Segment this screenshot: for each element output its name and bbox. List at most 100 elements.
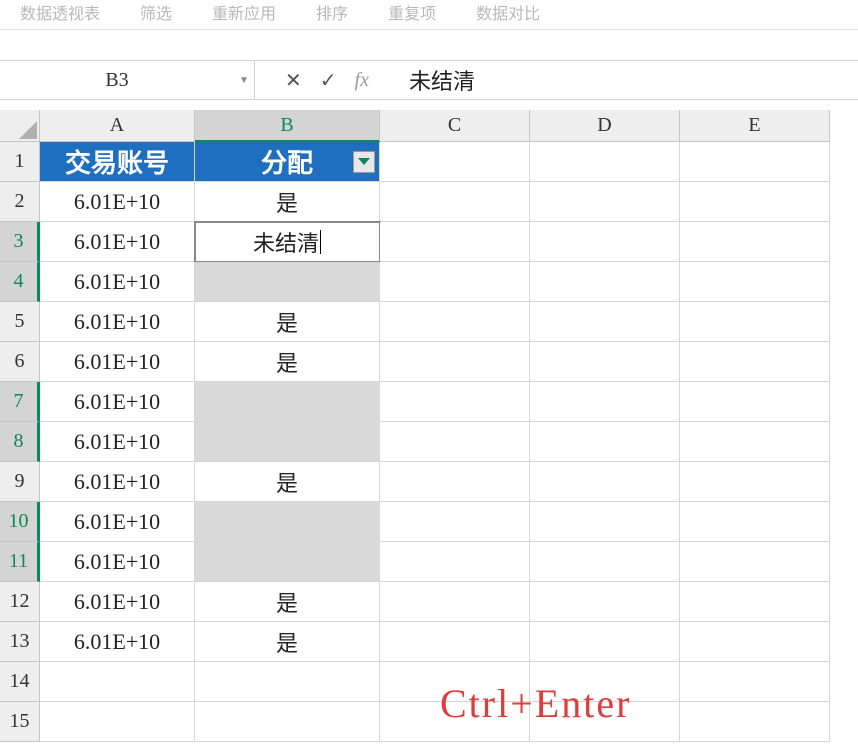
column-header-C[interactable]: C [380, 110, 530, 142]
cell-E8[interactable] [680, 422, 830, 462]
cell-E6[interactable] [680, 342, 830, 382]
cell-D13[interactable] [530, 622, 680, 662]
cell-E10[interactable] [680, 502, 830, 542]
cell-B2[interactable]: 是 [195, 182, 380, 222]
row-header-4[interactable]: 4 [0, 262, 40, 302]
cell-D5[interactable] [530, 302, 680, 342]
cell-C12[interactable] [380, 582, 530, 622]
cell-A9[interactable]: 6.01E+10 [40, 462, 195, 502]
row-header-12[interactable]: 12 [0, 582, 40, 622]
cell-B10[interactable] [195, 502, 380, 542]
row-header-7[interactable]: 7 [0, 382, 40, 422]
cell-E1[interactable] [680, 142, 830, 182]
cell-A2[interactable]: 6.01E+10 [40, 182, 195, 222]
cell-E15[interactable] [680, 702, 830, 742]
cell-A1[interactable]: 交易账号 [40, 142, 195, 182]
cell-B6[interactable]: 是 [195, 342, 380, 382]
cell-B7[interactable] [195, 382, 380, 422]
cell-C9[interactable] [380, 462, 530, 502]
cell-E7[interactable] [680, 382, 830, 422]
cell-C10[interactable] [380, 502, 530, 542]
name-box-dropdown-icon[interactable]: ▼ [234, 61, 254, 99]
fx-icon[interactable]: fx [355, 69, 369, 92]
cell-D7[interactable] [530, 382, 680, 422]
cell-E2[interactable] [680, 182, 830, 222]
row-header-10[interactable]: 10 [0, 502, 40, 542]
cell-C4[interactable] [380, 262, 530, 302]
cell-C7[interactable] [380, 382, 530, 422]
accept-icon[interactable]: ✓ [320, 68, 337, 93]
row-header-15[interactable]: 15 [0, 702, 40, 742]
row-header-6[interactable]: 6 [0, 342, 40, 382]
cell-C1[interactable] [380, 142, 530, 182]
cell-D6[interactable] [530, 342, 680, 382]
cell-D8[interactable] [530, 422, 680, 462]
cell-E12[interactable] [680, 582, 830, 622]
cell-A15[interactable] [40, 702, 195, 742]
cell-B9[interactable]: 是 [195, 462, 380, 502]
column-header-A[interactable]: A [40, 110, 195, 142]
row-header-14[interactable]: 14 [0, 662, 40, 702]
cell-A13[interactable]: 6.01E+10 [40, 622, 195, 662]
row-header-11[interactable]: 11 [0, 542, 40, 582]
row-header-5[interactable]: 5 [0, 302, 40, 342]
cell-C11[interactable] [380, 542, 530, 582]
row-header-8[interactable]: 8 [0, 422, 40, 462]
cell-A6[interactable]: 6.01E+10 [40, 342, 195, 382]
column-header-D[interactable]: D [530, 110, 680, 142]
cell-D11[interactable] [530, 542, 680, 582]
row-header-9[interactable]: 9 [0, 462, 40, 502]
column-header-B[interactable]: B [195, 110, 380, 142]
cell-A14[interactable] [40, 662, 195, 702]
row-header-13[interactable]: 13 [0, 622, 40, 662]
cell-A4[interactable]: 6.01E+10 [40, 262, 195, 302]
cell-E5[interactable] [680, 302, 830, 342]
cell-A10[interactable]: 6.01E+10 [40, 502, 195, 542]
cell-C6[interactable] [380, 342, 530, 382]
cell-B8[interactable] [195, 422, 380, 462]
cell-B14[interactable] [195, 662, 380, 702]
filter-dropdown-icon[interactable] [353, 151, 375, 173]
cell-A3[interactable]: 6.01E+10 [40, 222, 195, 262]
cell-D2[interactable] [530, 182, 680, 222]
cell-D1[interactable] [530, 142, 680, 182]
cell-E3[interactable] [680, 222, 830, 262]
column-header-E[interactable]: E [680, 110, 830, 142]
cell-A12[interactable]: 6.01E+10 [40, 582, 195, 622]
cell-D10[interactable] [530, 502, 680, 542]
cell-D12[interactable] [530, 582, 680, 622]
cell-B5[interactable]: 是 [195, 302, 380, 342]
cell-C5[interactable] [380, 302, 530, 342]
cell-A8[interactable]: 6.01E+10 [40, 422, 195, 462]
formula-input[interactable] [399, 61, 858, 99]
cell-B4[interactable] [195, 262, 380, 302]
cell-A11[interactable]: 6.01E+10 [40, 542, 195, 582]
cell-D9[interactable] [530, 462, 680, 502]
cell-E9[interactable] [680, 462, 830, 502]
cell-B3[interactable]: 未结清 [195, 222, 380, 262]
select-all-corner[interactable] [0, 110, 40, 142]
cell-B11[interactable] [195, 542, 380, 582]
cell-D3[interactable] [530, 222, 680, 262]
cell-A7[interactable]: 6.01E+10 [40, 382, 195, 422]
ribbon-item: 重复项 [388, 0, 436, 24]
cell-B12[interactable]: 是 [195, 582, 380, 622]
row-header-2[interactable]: 2 [0, 182, 40, 222]
cell-E11[interactable] [680, 542, 830, 582]
cell-B15[interactable] [195, 702, 380, 742]
cell-C2[interactable] [380, 182, 530, 222]
cancel-icon[interactable]: ✕ [285, 68, 302, 93]
cell-D4[interactable] [530, 262, 680, 302]
cell-C3[interactable] [380, 222, 530, 262]
name-box[interactable]: B3 ▼ [0, 61, 255, 99]
cell-E13[interactable] [680, 622, 830, 662]
cell-C8[interactable] [380, 422, 530, 462]
cell-A5[interactable]: 6.01E+10 [40, 302, 195, 342]
row-header-3[interactable]: 3 [0, 222, 40, 262]
row-header-1[interactable]: 1 [0, 142, 40, 182]
cell-C13[interactable] [380, 622, 530, 662]
cell-B13[interactable]: 是 [195, 622, 380, 662]
cell-B1[interactable]: 分配 [195, 142, 380, 182]
cell-E4[interactable] [680, 262, 830, 302]
cell-E14[interactable] [680, 662, 830, 702]
